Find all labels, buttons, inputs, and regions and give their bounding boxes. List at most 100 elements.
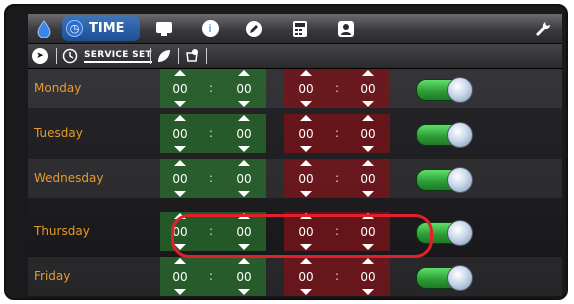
water-tab[interactable] [30, 16, 58, 41]
off-minute-stepper[interactable]: 00 [356, 69, 380, 108]
on-hour-stepper[interactable]: 00 [168, 257, 192, 296]
on-minute-stepper[interactable]: 00 [232, 159, 256, 198]
on-minute-stepper[interactable]: 00 [232, 114, 256, 153]
divider [206, 48, 207, 64]
off-hour-value: 00 [298, 171, 314, 186]
up-arrow-icon[interactable] [300, 160, 312, 166]
tab-service[interactable] [528, 16, 556, 41]
up-arrow-icon[interactable] [174, 115, 186, 121]
off-hour-stepper[interactable]: 00 [294, 257, 318, 296]
up-arrow-icon[interactable] [362, 258, 374, 264]
wrench-icon [536, 21, 551, 36]
sub-service-set[interactable]: SERVICE SET [62, 47, 152, 65]
day-label: Tuesday [34, 126, 83, 140]
user-icon [338, 20, 354, 37]
off-minute-value: 00 [360, 81, 376, 96]
day-enable-toggle[interactable] [416, 265, 473, 291]
down-arrow-icon[interactable] [174, 146, 186, 152]
sub-tab-bar: ➤ SERVICE SET [28, 44, 562, 69]
down-arrow-icon[interactable] [238, 101, 250, 107]
off-minute-stepper[interactable]: 00 [356, 257, 380, 296]
tab-display[interactable] [150, 16, 178, 41]
schedule-row-friday: Friday 00 : 00 00 : 00 [28, 257, 562, 296]
on-minute-value: 00 [236, 171, 252, 186]
up-arrow-icon[interactable] [238, 70, 250, 76]
down-arrow-icon[interactable] [174, 289, 186, 295]
up-arrow-icon[interactable] [238, 160, 250, 166]
info-icon: i [201, 20, 219, 37]
tab-edit[interactable] [240, 16, 268, 41]
off-hour-stepper[interactable]: 00 [294, 69, 318, 108]
up-arrow-icon[interactable] [362, 115, 374, 121]
screen: ◷ TIME i ➤ SERVICE SET Monday 00: 00 00… [28, 14, 562, 298]
day-label: Friday [34, 269, 71, 283]
sub-eco[interactable] [156, 47, 172, 65]
toggle-knob [447, 77, 473, 103]
top-tab-bar: ◷ TIME i [28, 14, 562, 44]
down-arrow-icon[interactable] [362, 289, 374, 295]
down-arrow-icon[interactable] [174, 191, 186, 197]
on-hour-value: 00 [172, 81, 188, 96]
on-minute-value: 00 [236, 269, 252, 284]
off-time-block: 00 : 00 [284, 69, 390, 108]
up-arrow-icon[interactable] [238, 115, 250, 121]
divider [150, 48, 151, 64]
toggle-knob [447, 122, 473, 148]
day-enable-toggle[interactable] [416, 167, 473, 193]
sub-play[interactable]: ➤ [32, 47, 48, 65]
off-minute-stepper[interactable]: 00 [356, 159, 380, 198]
monitor-icon [156, 21, 172, 36]
schedule-row-wednesday: Wednesday 00 : 00 00 : 00 [28, 159, 562, 198]
tab-info[interactable]: i [196, 16, 224, 41]
time-separator: : [335, 126, 340, 140]
on-minute-stepper[interactable]: 00 [232, 69, 256, 108]
time-separator: : [335, 269, 340, 283]
on-time-block: 00 : 00 [160, 114, 266, 153]
up-arrow-icon[interactable] [174, 160, 186, 166]
off-hour-value: 00 [298, 269, 314, 284]
off-hour-stepper[interactable]: 00 [294, 159, 318, 198]
day-label: Monday [34, 81, 82, 95]
on-time-block: 00 : 00 [160, 159, 266, 198]
time-separator: : [335, 81, 340, 95]
day-enable-toggle[interactable] [416, 122, 473, 148]
up-arrow-icon[interactable] [300, 115, 312, 121]
cup-clock-icon [186, 49, 198, 62]
calculator-icon [293, 20, 307, 37]
up-arrow-icon[interactable] [238, 258, 250, 264]
down-arrow-icon[interactable] [238, 289, 250, 295]
up-arrow-icon[interactable] [362, 160, 374, 166]
down-arrow-icon[interactable] [362, 146, 374, 152]
day-enable-toggle[interactable] [416, 77, 473, 103]
down-arrow-icon[interactable] [300, 101, 312, 107]
tab-time[interactable]: ◷ TIME [62, 16, 140, 41]
on-hour-value: 00 [172, 126, 188, 141]
up-arrow-icon[interactable] [362, 70, 374, 76]
up-arrow-icon[interactable] [174, 258, 186, 264]
down-arrow-icon[interactable] [362, 101, 374, 107]
down-arrow-icon[interactable] [238, 191, 250, 197]
water-drop-icon [37, 19, 51, 38]
on-hour-stepper[interactable]: 00 [168, 159, 192, 198]
off-hour-stepper[interactable]: 00 [294, 114, 318, 153]
up-arrow-icon[interactable] [174, 70, 186, 76]
down-arrow-icon[interactable] [238, 146, 250, 152]
on-hour-stepper[interactable]: 00 [168, 114, 192, 153]
clock-icon: ◷ [66, 20, 83, 37]
down-arrow-icon[interactable] [362, 191, 374, 197]
divider [56, 48, 57, 64]
down-arrow-icon[interactable] [300, 146, 312, 152]
on-minute-stepper[interactable]: 00 [232, 257, 256, 296]
up-arrow-icon[interactable] [300, 70, 312, 76]
sub-cup-timer[interactable] [184, 47, 200, 65]
down-arrow-icon[interactable] [174, 101, 186, 107]
up-arrow-icon[interactable] [300, 258, 312, 264]
toggle-knob [447, 220, 473, 246]
down-arrow-icon[interactable] [300, 289, 312, 295]
down-arrow-icon[interactable] [300, 191, 312, 197]
on-time-block: 00 : 00 [160, 257, 266, 296]
on-hour-stepper[interactable]: 00 [168, 69, 192, 108]
tab-counter[interactable] [286, 16, 314, 41]
tab-user[interactable] [332, 16, 360, 41]
off-minute-stepper[interactable]: 00 [356, 114, 380, 153]
